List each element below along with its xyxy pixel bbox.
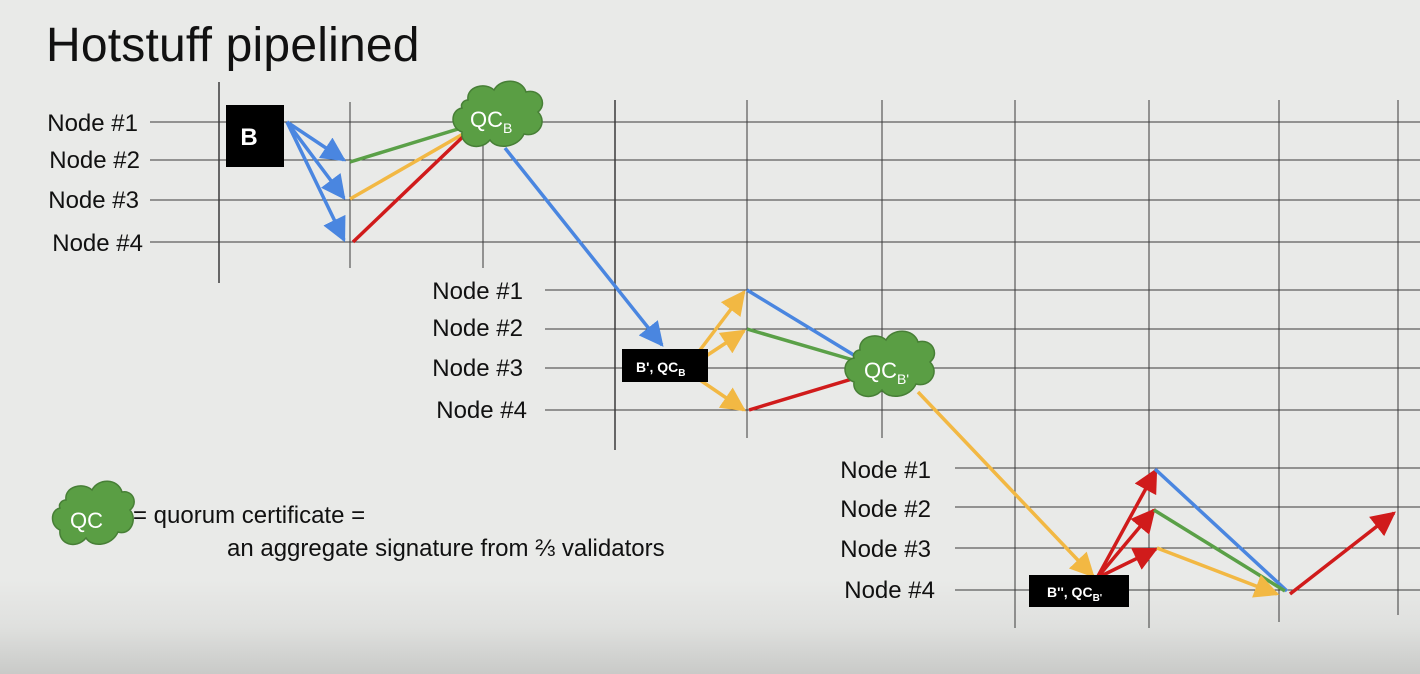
qc-bprime-label: QC xyxy=(864,358,897,383)
row1-grid xyxy=(150,82,1420,450)
block-b: B xyxy=(226,105,284,167)
block-bdoubleprime-sub: B' xyxy=(1093,593,1103,604)
row1-vote-arrows xyxy=(349,124,472,244)
row2-vote-arrows xyxy=(746,288,863,412)
qc-bprime-cloud-icon: QCB' xyxy=(844,330,936,398)
block-bdoubleprime-label: B'', QC xyxy=(1047,584,1093,600)
legend-qc-cloud-icon: QC xyxy=(51,480,135,546)
qc-b-label: QC xyxy=(470,107,503,132)
qc-b-forward-arrow xyxy=(503,146,664,347)
legend-line1: = quorum certificate = xyxy=(133,502,366,529)
qc-b-sub: B xyxy=(503,120,512,136)
row3-next-arrow xyxy=(1288,511,1396,596)
legend-qc-label: QC xyxy=(70,508,103,533)
block-bdoubleprime: B'', QCB' xyxy=(1029,575,1129,607)
row3-vote-arrows xyxy=(1153,467,1289,598)
pipeline-diagram: B B', QCB B'', QCB' QCB QCB' QC xyxy=(51,80,1420,628)
block-bprime-sub: B xyxy=(678,368,685,379)
legend-line2: an aggregate signature from ⅔ validators xyxy=(227,535,665,562)
row1-propose-arrows xyxy=(285,120,347,243)
qc-b-cloud-icon: QCB xyxy=(452,80,544,148)
row3-propose-arrows xyxy=(1095,467,1159,580)
block-b-label: B xyxy=(240,124,257,151)
block-bprime: B', QCB xyxy=(622,349,708,382)
block-bprime-label: B', QC xyxy=(636,359,678,375)
qc-bprime-sub: B' xyxy=(897,371,909,387)
